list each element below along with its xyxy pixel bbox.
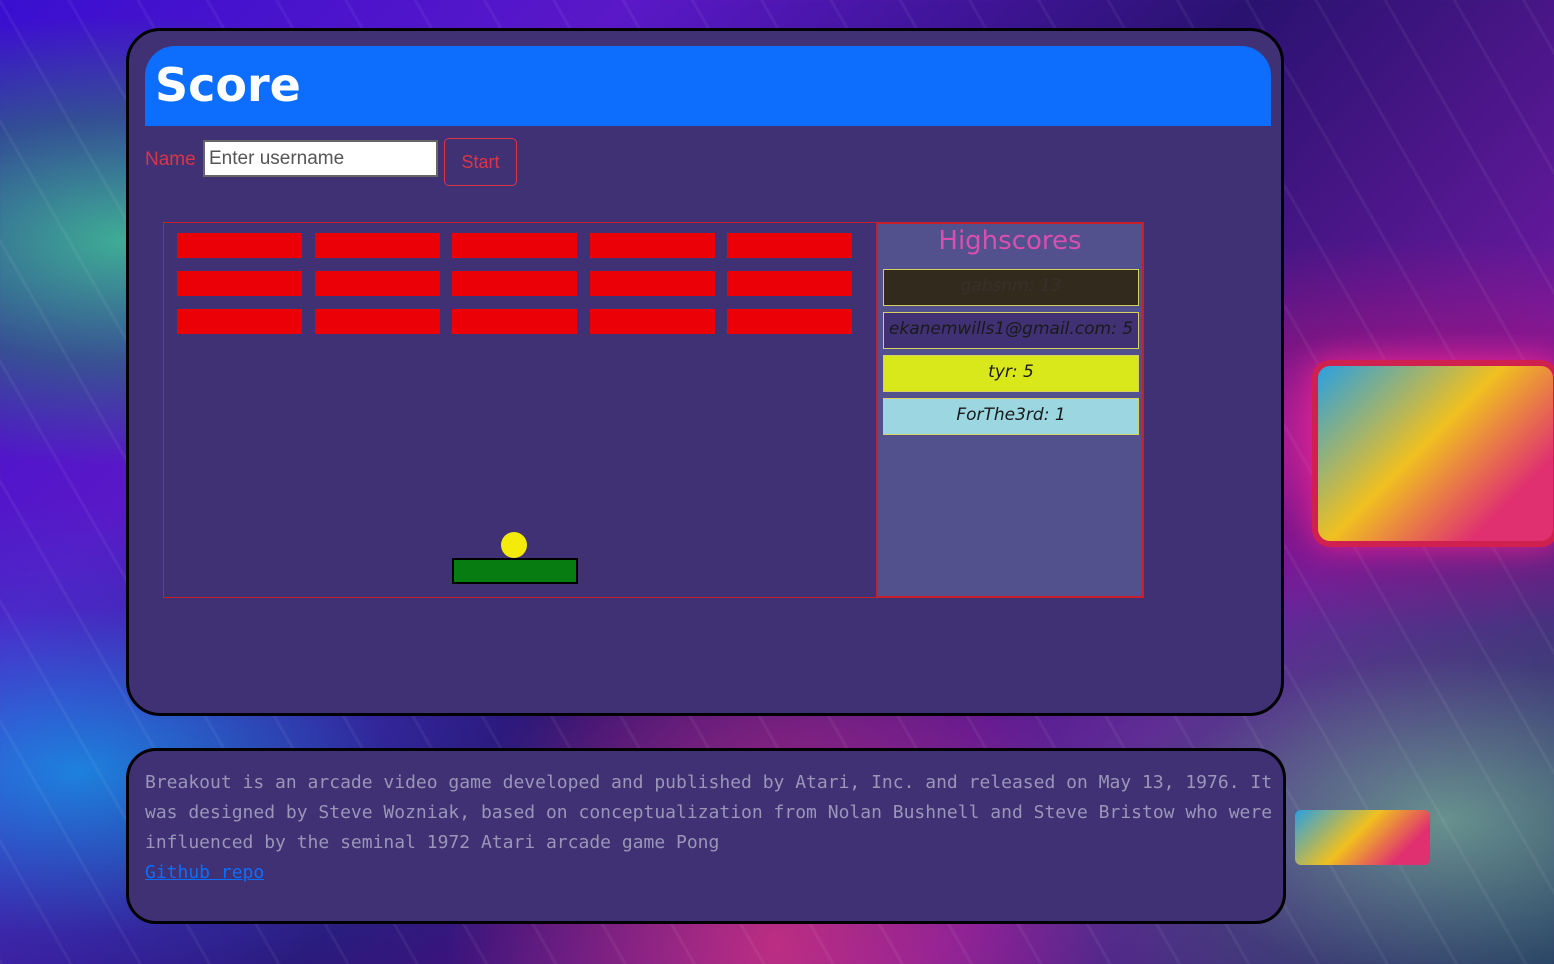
username-input[interactable]: [203, 140, 438, 177]
brick: [727, 309, 852, 334]
brick: [177, 271, 302, 296]
highscore-entry: ekanemwills1@gmail.com: 5: [883, 312, 1139, 349]
title-bar: Score: [145, 46, 1271, 126]
background-arcade-sign: [1312, 360, 1554, 547]
brick: [177, 309, 302, 334]
brick: [589, 309, 715, 334]
paddle[interactable]: [452, 558, 578, 584]
github-repo-link[interactable]: Github repo: [145, 858, 264, 888]
footer: Breakout is an arcade video game develop…: [126, 748, 1286, 924]
game-description: Breakout is an arcade video game develop…: [145, 772, 1273, 853]
brick: [452, 309, 577, 334]
ball: [501, 532, 527, 558]
name-label: Name: [145, 149, 196, 170]
brick: [727, 271, 852, 296]
highscores-title: Highscores: [938, 226, 1082, 256]
brick: [177, 233, 302, 258]
brick: [452, 233, 577, 258]
brick: [727, 233, 852, 258]
highscore-entry: gabsnm: 13: [883, 269, 1139, 306]
brick: [314, 233, 440, 258]
highscores-panel: Highscores gabsnm: 13 ekanemwills1@gmail.…: [876, 222, 1144, 598]
game-panel: Score Name Start Highscores gabsnm: 13 ek…: [126, 28, 1284, 716]
start-button[interactable]: Start: [444, 138, 517, 186]
background-arcade-sign-small: [1295, 810, 1430, 865]
game-canvas[interactable]: [163, 222, 877, 598]
brick: [452, 271, 577, 296]
brick: [589, 271, 715, 296]
highscore-entry: ForThe3rd: 1: [883, 398, 1139, 435]
brick: [314, 271, 440, 296]
highscore-entry: tyr: 5: [883, 355, 1139, 392]
brick: [314, 309, 440, 334]
brick: [589, 233, 715, 258]
page-title: Score: [155, 58, 301, 112]
highscores-list: gabsnm: 13 ekanemwills1@gmail.com: 5 tyr: …: [883, 269, 1139, 441]
